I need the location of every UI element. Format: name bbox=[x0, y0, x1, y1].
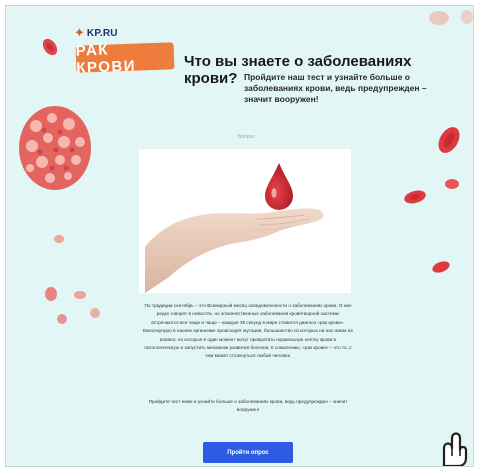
red-blood-cell-icon bbox=[57, 314, 67, 324]
red-blood-cell-icon bbox=[74, 291, 86, 299]
call-paragraph: Пройдите тест ниже и узнайте больше о за… bbox=[148, 399, 348, 413]
red-blood-cell-icon bbox=[438, 127, 460, 153]
hero-image bbox=[139, 149, 351, 293]
kp-logo-text: KP.RU bbox=[86, 27, 118, 39]
red-blood-cell-icon bbox=[45, 287, 57, 301]
intro-paragraph: По традиции сентябрь – это Всемирный мес… bbox=[143, 303, 353, 359]
page-subtitle: Пройдите наш тест и узнайте больше о заб… bbox=[244, 72, 427, 104]
project-badge-text: РАК КРОВИ bbox=[75, 41, 137, 77]
red-blood-cell-icon bbox=[445, 179, 459, 189]
hand-with-blood-drop-icon bbox=[145, 163, 324, 293]
quiz-landing-page: ✦ KP.RU РАК КРОВИ Что вы знаете о заболе… bbox=[5, 5, 474, 467]
red-blood-cell-icon bbox=[404, 190, 426, 204]
project-badge: РАК КРОВИ bbox=[75, 41, 175, 76]
pointing-hand-icon bbox=[442, 432, 468, 466]
cell-cluster-icon bbox=[19, 106, 91, 190]
red-blood-cell-icon bbox=[90, 308, 100, 318]
brand-block: ✦ KP.RU РАК КРОВИ bbox=[74, 26, 182, 78]
red-blood-cell-icon bbox=[54, 235, 64, 243]
star-logo-icon: ✦ bbox=[74, 25, 85, 40]
kp-logo[interactable]: ✦ KP.RU bbox=[74, 26, 118, 40]
image-caption: Вопрос bbox=[238, 134, 255, 140]
red-blood-cell-icon bbox=[461, 10, 473, 24]
red-blood-cell-icon bbox=[429, 11, 449, 25]
start-survey-button[interactable]: Пройти опрос bbox=[203, 442, 293, 463]
red-blood-cell-icon bbox=[432, 261, 450, 273]
red-blood-cell-icon bbox=[42, 38, 58, 56]
